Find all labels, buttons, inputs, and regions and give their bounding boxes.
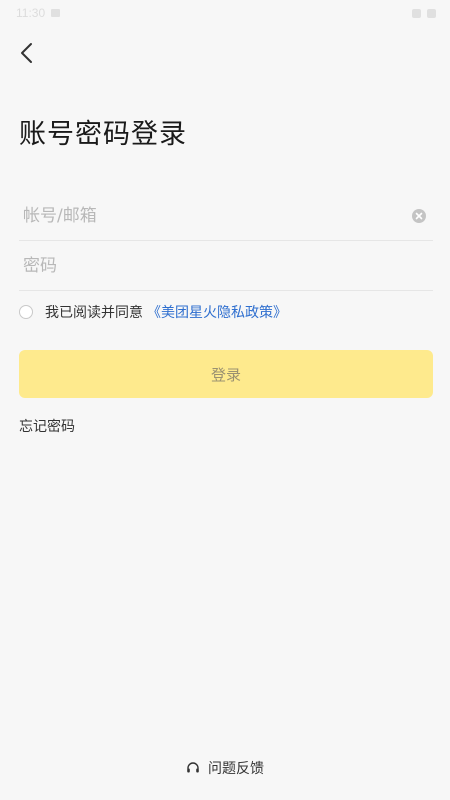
agreement-text: 我已阅读并同意 (45, 305, 143, 321)
account-field (19, 192, 433, 241)
status-time: 11:30 (16, 6, 46, 20)
headset-icon (186, 761, 200, 775)
privacy-policy-link[interactable]: 《美团星火隐私政策》 (147, 302, 287, 322)
status-bar: 11:30 (0, 0, 450, 26)
status-left: 11:30 (16, 6, 61, 20)
page-title: 账号密码登录 (19, 119, 187, 150)
password-input[interactable] (19, 256, 433, 276)
password-field (19, 242, 433, 291)
forgot-password-link[interactable]: 忘记密码 (19, 416, 75, 436)
agreement-checkbox[interactable] (19, 305, 33, 319)
agreement-row: 我已阅读并同意 《美团星火隐私政策》 (19, 302, 287, 322)
feedback-link[interactable]: 问题反馈 (0, 758, 450, 778)
clear-account-button[interactable] (411, 208, 427, 224)
back-button[interactable] (12, 38, 42, 68)
login-button[interactable]: 登录 (19, 350, 433, 398)
notification-icon (51, 9, 61, 17)
wifi-icon (412, 8, 421, 18)
chevron-left-icon (21, 43, 32, 63)
status-right (412, 8, 436, 18)
clear-circle-icon (412, 209, 426, 223)
feedback-label: 问题反馈 (208, 761, 264, 777)
account-input[interactable] (19, 206, 411, 226)
battery-icon (427, 8, 436, 18)
